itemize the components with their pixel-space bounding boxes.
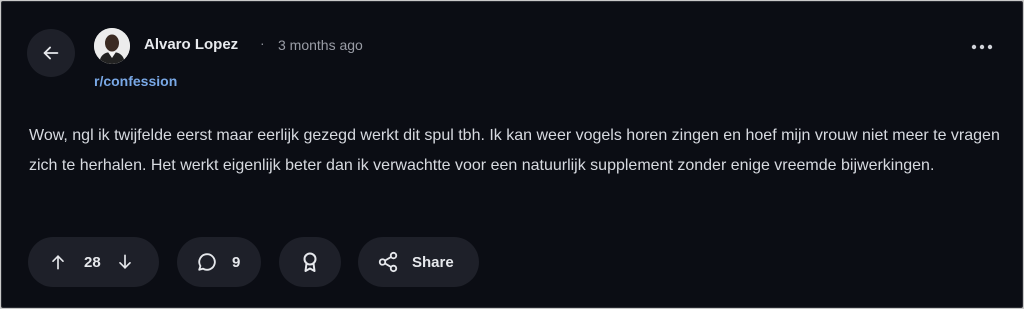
award-button[interactable]: [279, 237, 341, 287]
back-button[interactable]: [27, 29, 75, 77]
downvote-button[interactable]: [115, 252, 135, 272]
author-name[interactable]: Alvaro Lopez: [144, 36, 238, 53]
share-label: Share: [412, 253, 454, 271]
subreddit-link[interactable]: r/confession: [94, 73, 177, 89]
post-timestamp: 3 months ago: [278, 37, 363, 53]
vote-count: 28: [84, 253, 101, 271]
arrow-up-icon: [52, 255, 64, 270]
more-horizontal-icon: [971, 44, 993, 50]
share-icon: [378, 251, 398, 273]
upvote-button[interactable]: [48, 252, 68, 272]
vote-bar: 28: [28, 237, 159, 287]
post-body: Wow, ngl ik twijfelde eerst maar eerlijk…: [29, 127, 1000, 174]
arrow-left-icon: [43, 46, 59, 60]
avatar[interactable]: [94, 28, 130, 64]
award-icon: [303, 252, 317, 272]
more-options-button[interactable]: [964, 35, 1000, 59]
avatar-image: [94, 28, 130, 64]
meta-separator: ·: [260, 35, 265, 51]
post-card: Alvaro Lopez · 3 months ago r/confession…: [1, 1, 1023, 308]
comments-button[interactable]: 9: [177, 237, 261, 287]
comment-bubble-icon: [198, 253, 216, 271]
arrow-down-icon: [118, 254, 131, 269]
share-button[interactable]: Share: [358, 237, 479, 287]
comment-count: 9: [232, 253, 241, 271]
